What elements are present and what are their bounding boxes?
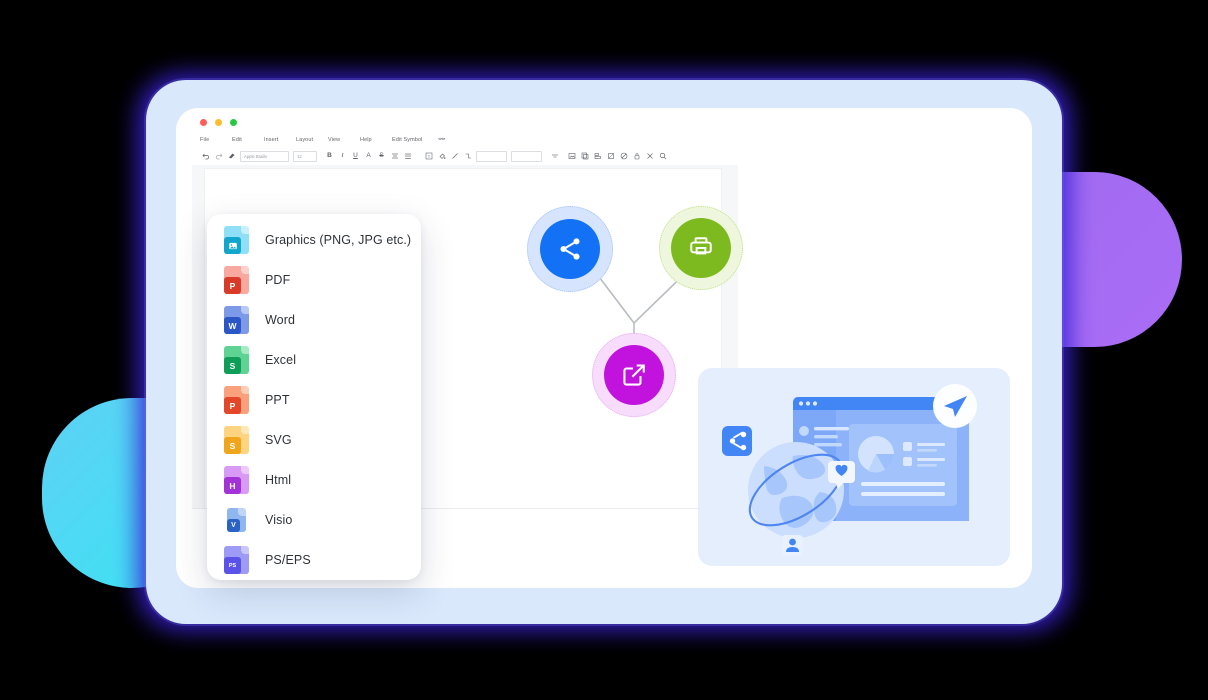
export-item-label: Visio — [265, 513, 293, 527]
visio-file-icon: V — [227, 508, 246, 532]
align-icon[interactable] — [388, 152, 401, 160]
external-link-icon — [623, 364, 645, 386]
export-item-word[interactable]: W Word — [207, 300, 421, 340]
excel-badge-letter: S — [224, 357, 241, 374]
glasses-icon[interactable]: 👓 — [438, 136, 445, 143]
close-button[interactable] — [200, 119, 207, 126]
svg-badge-letter: S — [224, 437, 241, 454]
svg-file-icon: S — [224, 426, 249, 454]
font-color-button[interactable]: A — [362, 152, 375, 160]
font-size-input[interactable]: 12 — [293, 150, 317, 162]
menu-item-file[interactable]: File — [200, 137, 232, 143]
pdf-file-icon: P — [224, 266, 249, 294]
crop-icon[interactable] — [604, 152, 617, 160]
export-item-excel[interactable]: S Excel — [207, 340, 421, 380]
lock-icon[interactable] — [630, 152, 643, 160]
image-icon[interactable] — [565, 152, 578, 160]
italic-button[interactable]: I — [336, 152, 349, 160]
export-item-html[interactable]: H Html — [207, 460, 421, 500]
tools-icon[interactable] — [643, 152, 656, 160]
flow-node-export[interactable] — [604, 345, 664, 405]
distribute-icon[interactable] — [548, 152, 561, 160]
share-icon — [722, 426, 752, 456]
text-box-icon[interactable]: T — [422, 152, 435, 160]
excel-file-icon: S — [224, 346, 249, 374]
html-badge-letter: H — [224, 477, 241, 494]
export-item-label: PPT — [265, 393, 290, 407]
bold-button[interactable]: B — [323, 152, 336, 160]
toolbar-blank-field-1[interactable] — [476, 150, 507, 162]
user-badge-icon — [782, 535, 803, 556]
toolbar: Apple Braille 12 B I U A S T — [192, 147, 738, 166]
ppt-file-icon: P — [224, 386, 249, 414]
menu-item-edit-symbol[interactable]: Edit Symbol — [392, 137, 438, 143]
export-item-label: Word — [265, 313, 296, 327]
pseps-badge-letter: PS — [224, 557, 241, 574]
export-item-graphics[interactable]: Graphics (PNG, JPG etc.) — [207, 220, 421, 260]
layer-icon[interactable] — [591, 152, 604, 160]
menu-item-view[interactable]: View — [328, 137, 360, 143]
window-controls — [200, 119, 237, 126]
copy-icon[interactable] — [578, 152, 591, 160]
word-file-icon: W — [224, 306, 249, 334]
svg-text:T: T — [427, 154, 430, 159]
minimize-button[interactable] — [215, 119, 222, 126]
export-item-label: Excel — [265, 353, 297, 367]
menu-item-insert[interactable]: Insert — [264, 137, 296, 143]
redo-icon[interactable] — [212, 152, 225, 160]
export-item-label: PS/EPS — [265, 553, 311, 567]
connector-icon[interactable] — [461, 152, 474, 160]
title-bar — [192, 112, 738, 132]
image-file-icon — [224, 226, 249, 254]
export-item-label: Graphics (PNG, JPG etc.) — [265, 233, 412, 247]
maximize-button[interactable] — [230, 119, 237, 126]
underline-button[interactable]: U — [349, 152, 362, 160]
share-illustration-card — [698, 368, 1010, 566]
no-fill-icon[interactable] — [617, 152, 630, 160]
ppt-badge-letter: P — [224, 397, 241, 414]
export-item-ppt[interactable]: P PPT — [207, 380, 421, 420]
html-file-icon: H — [224, 466, 249, 494]
menu-item-help[interactable]: Help — [360, 137, 392, 143]
export-item-label: Html — [265, 473, 292, 487]
font-family-input[interactable]: Apple Braille — [240, 150, 289, 162]
export-item-pseps[interactable]: PS PS/EPS — [207, 540, 421, 580]
export-item-label: PDF — [265, 273, 291, 287]
undo-icon[interactable] — [199, 152, 212, 160]
export-format-menu[interactable]: Graphics (PNG, JPG etc.) P PDF W Word S — [207, 214, 421, 580]
pseps-file-icon: PS — [224, 546, 249, 574]
export-item-pdf[interactable]: P PDF — [207, 260, 421, 300]
export-item-label: SVG — [265, 433, 292, 447]
format-painter-icon[interactable] — [225, 152, 238, 160]
fill-color-icon[interactable] — [435, 152, 448, 160]
menu-item-edit[interactable]: Edit — [232, 137, 264, 143]
pdf-badge-letter: P — [224, 277, 241, 294]
word-badge-letter: W — [224, 317, 241, 334]
visio-badge-letter: V — [227, 519, 240, 532]
export-item-svg[interactable]: S SVG — [207, 420, 421, 460]
zoom-icon[interactable] — [656, 152, 669, 160]
flow-node-print[interactable] — [671, 218, 731, 278]
menu-item-layout[interactable]: Layout — [296, 137, 328, 143]
share-icon — [560, 238, 580, 260]
line-spacing-icon[interactable] — [401, 152, 414, 160]
toolbar-blank-field-2[interactable] — [511, 150, 542, 162]
screenshot-root: File Edit Insert Layout View Help Edit S… — [0, 0, 1208, 700]
line-style-icon[interactable] — [448, 152, 461, 160]
strikethrough-button[interactable]: S — [375, 152, 388, 160]
flow-node-share[interactable] — [540, 219, 600, 279]
printer-icon — [690, 237, 712, 255]
export-item-visio[interactable]: V Visio — [207, 500, 421, 540]
menu-bar: File Edit Insert Layout View Help Edit S… — [192, 132, 738, 147]
share-online-illustration — [722, 384, 977, 556]
